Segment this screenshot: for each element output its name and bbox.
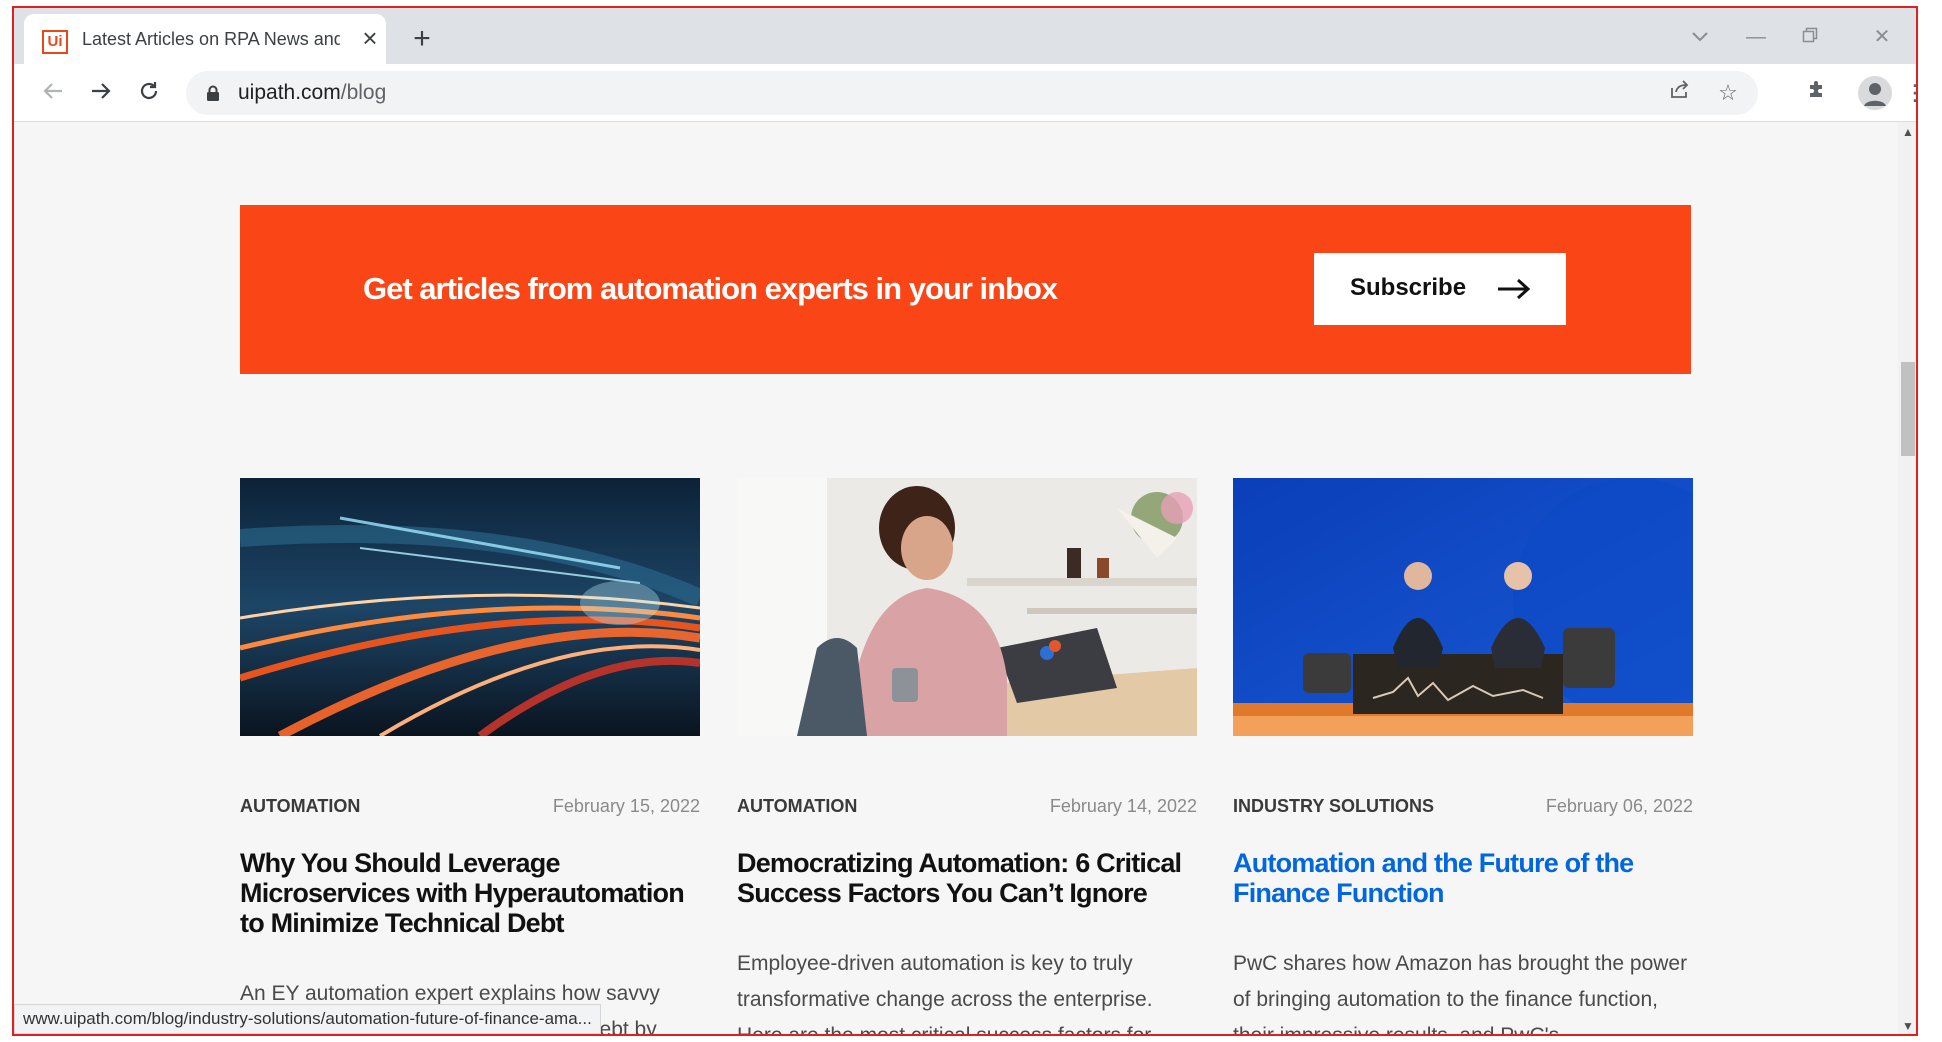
browser-toolbar: uipath.com/blog ☆ ⋮ (14, 64, 1916, 122)
article-image-light-trails[interactable] (240, 478, 700, 736)
minimize-icon[interactable]: — (1736, 22, 1776, 52)
scroll-thumb[interactable] (1901, 362, 1915, 456)
browser-window: Ui Latest Articles on RPA News and × + —… (12, 6, 1918, 1036)
article-image-stage-interview[interactable] (1233, 478, 1693, 736)
tab-search-icon[interactable] (1680, 22, 1720, 52)
article-title[interactable]: Democratizing Automation: 6 Critical Suc… (737, 848, 1197, 908)
article-date: February 15, 2022 (552, 796, 700, 816)
forward-arrow-icon[interactable] (82, 74, 120, 112)
subscribe-label: Subscribe (1350, 274, 1467, 301)
page-scrollbar[interactable]: ▲ ▼ (1898, 122, 1916, 1034)
lock-icon[interactable] (206, 85, 220, 101)
new-tab-icon[interactable]: + (406, 24, 438, 56)
banner-headline: Get articles from automation experts in … (363, 271, 1058, 306)
link-status-bar: www.uipath.com/blog/industry-solutions/a… (14, 1004, 601, 1034)
back-arrow-icon[interactable] (34, 74, 72, 112)
article-category[interactable]: INDUSTRY SOLUTIONS (1233, 796, 1434, 817)
address-bar[interactable]: uipath.com/blog ☆ (186, 71, 1758, 115)
menu-kebab-icon[interactable]: ⋮ (1904, 74, 1916, 112)
tab-close-icon[interactable]: × (356, 24, 384, 52)
article-image-woman-laptop[interactable] (737, 478, 1197, 736)
article-date: February 14, 2022 (1049, 796, 1197, 816)
extensions-icon[interactable] (1798, 74, 1836, 112)
restore-icon[interactable] (1790, 22, 1830, 52)
arrow-right-icon (1498, 278, 1531, 300)
article-date: February 06, 2022 (1545, 796, 1693, 816)
scroll-up-arrow-icon[interactable]: ▲ (1898, 122, 1916, 142)
browser-tab[interactable]: Ui Latest Articles on RPA News and × (24, 14, 386, 64)
uipath-favicon-icon: Ui (42, 30, 68, 54)
scroll-down-arrow-icon[interactable]: ▼ (1898, 1016, 1916, 1034)
tab-strip: Ui Latest Articles on RPA News and × + —… (14, 8, 1916, 64)
bookmark-star-icon[interactable]: ☆ (1712, 77, 1744, 109)
share-icon[interactable] (1664, 77, 1696, 109)
reload-icon[interactable] (130, 74, 168, 112)
article-card[interactable]: INDUSTRY SOLUTIONS February 06, 2022 Aut… (1233, 478, 1693, 1034)
article-excerpt: Employee-driven automation is key to tru… (737, 952, 1153, 1036)
article-card[interactable]: AUTOMATION February 15, 2022 Why You Sho… (240, 478, 700, 1034)
profile-avatar-icon[interactable] (1858, 76, 1892, 110)
article-title-link[interactable]: Automation and the Future of the Finance… (1233, 848, 1693, 908)
article-category[interactable]: AUTOMATION (240, 796, 360, 817)
article-title[interactable]: Why You Should Leverage Microservices wi… (240, 848, 700, 938)
article-category[interactable]: AUTOMATION (737, 796, 857, 817)
tab-title: Latest Articles on RPA News and (82, 29, 340, 49)
newsletter-banner: Get articles from automation experts in … (240, 205, 1691, 374)
subscribe-button[interactable]: Subscribe (1314, 253, 1566, 325)
article-card[interactable]: AUTOMATION February 14, 2022 Democratizi… (737, 478, 1197, 1034)
url-text[interactable]: uipath.com/blog (238, 81, 386, 105)
page-content: Get articles from automation experts in … (14, 123, 1900, 1034)
article-excerpt: PwC shares how Amazon has brought the po… (1233, 952, 1688, 1036)
close-window-icon[interactable]: ✕ (1862, 22, 1902, 52)
